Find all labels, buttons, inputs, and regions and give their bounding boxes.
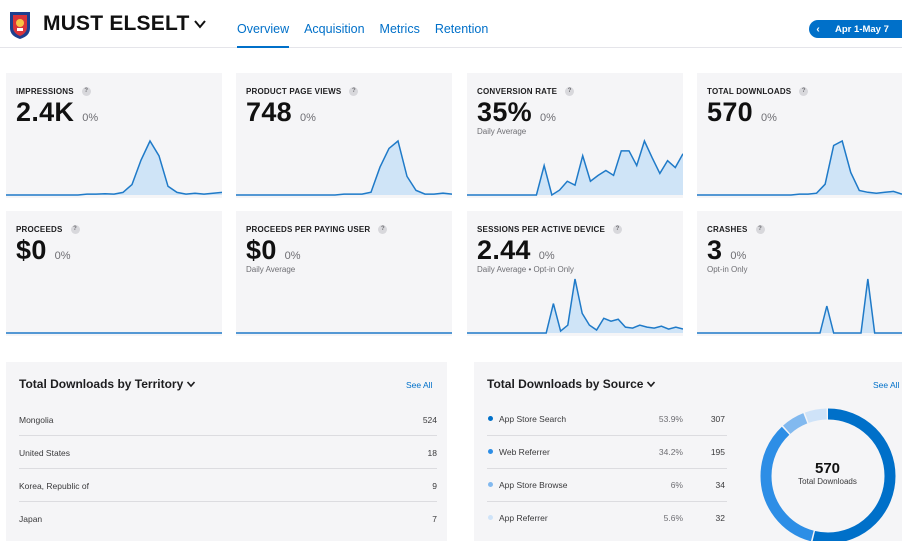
tab-retention[interactable]: Retention xyxy=(435,0,489,48)
territory-panel-title[interactable]: Total Downloads by Territory xyxy=(19,377,196,391)
date-range-label: Apr 1-May 7 xyxy=(835,23,889,35)
territory-name: Mongolia xyxy=(19,415,54,425)
source-count: 195 xyxy=(710,447,725,457)
territory-value: 18 xyxy=(427,448,437,458)
territory-see-all-link[interactable]: See All xyxy=(406,380,432,390)
territory-value: 524 xyxy=(422,415,437,425)
metric-card-conversion-rate[interactable]: CONVERSION RATE? 35% 0% Daily Average xyxy=(467,73,683,198)
source-name: App Store Browse xyxy=(499,480,568,490)
sparkline-chart xyxy=(697,139,902,196)
sparkline-area xyxy=(6,141,222,195)
sparkline-line xyxy=(236,139,452,196)
sparkline-chart xyxy=(236,332,452,334)
sparkline-area xyxy=(467,279,683,333)
sparkline-chart xyxy=(467,278,683,334)
list-item[interactable]: Web Referrer 34.2% 195 xyxy=(487,436,727,469)
territory-name: United States xyxy=(19,448,71,458)
territory-panel: Total Downloads by Territory See All Mon… xyxy=(6,362,447,541)
territory-value: 9 xyxy=(432,481,437,491)
list-item[interactable]: App Store Browse 6% 34 xyxy=(487,469,727,502)
source-name: App Referrer xyxy=(499,513,548,523)
metric-card-impressions[interactable]: IMPRESSIONS? 2.4K 0% xyxy=(6,73,222,198)
app-title-text: MUST ELSELT xyxy=(43,12,190,35)
tab-overview[interactable]: Overview xyxy=(237,0,290,48)
source-percent: 34.2% xyxy=(658,447,683,457)
table-row[interactable]: Mongolia 524 xyxy=(19,403,437,436)
list-item[interactable]: App Store Search 53.9% 307 xyxy=(487,403,727,436)
table-row[interactable]: Japan 7 xyxy=(19,502,437,535)
legend-dot xyxy=(488,449,493,454)
source-panel-title[interactable]: Total Downloads by Source xyxy=(487,377,656,391)
chevron-left-icon[interactable]: ‹ xyxy=(809,24,827,35)
source-see-all-link[interactable]: See All xyxy=(873,380,899,390)
source-title-text: Total Downloads by Source xyxy=(487,377,644,391)
source-count: 34 xyxy=(715,480,725,490)
source-percent: 53.9% xyxy=(658,414,683,424)
chevron-down-icon xyxy=(194,20,207,29)
metric-card-total-downloads[interactable]: TOTAL DOWNLOADS? 570 0% xyxy=(697,73,902,198)
tab-metrics[interactable]: Metrics xyxy=(380,0,420,48)
donut-total-label: Total Downloads xyxy=(798,477,857,486)
tab-bar: Overview Acquisition Metrics Retention xyxy=(237,0,503,48)
donut-total-value: 570 xyxy=(814,460,841,477)
source-count: 307 xyxy=(710,414,725,424)
tab-acquisition[interactable]: Acquisition xyxy=(304,0,364,48)
legend-dot xyxy=(488,416,493,421)
metric-card-crashes[interactable]: CRASHES? 3 0% Opt-in Only xyxy=(697,211,902,336)
source-percent: 5.6% xyxy=(663,513,683,523)
source-name: Web Referrer xyxy=(499,447,550,457)
territory-name: Korea, Republic of xyxy=(19,481,89,491)
source-percent: 6% xyxy=(670,480,683,490)
chevron-down-icon xyxy=(187,381,196,388)
territory-title-text: Total Downloads by Territory xyxy=(19,377,184,391)
territory-value: 7 xyxy=(432,514,437,524)
sparkline-chart xyxy=(467,138,683,197)
date-range-button[interactable]: ‹ Apr 1-May 7 xyxy=(809,20,902,38)
sparkline-chart xyxy=(236,139,452,196)
territory-name: Japan xyxy=(19,514,43,524)
legend-dot xyxy=(488,482,493,487)
source-count: 32 xyxy=(715,513,725,523)
metric-card-product-page-views[interactable]: PRODUCT PAGE VIEWS? 748 0% xyxy=(236,73,452,198)
app-logo-icon xyxy=(8,10,32,40)
app-title[interactable]: MUST ELSELT xyxy=(43,12,207,36)
table-row[interactable]: Korea, Republic of 9 xyxy=(19,469,437,502)
metric-card-proceeds-per-paying-user[interactable]: PROCEEDS PER PAYING USER? $0 0% Daily Ave… xyxy=(236,211,452,336)
sparkline-chart xyxy=(6,139,222,196)
metric-card-proceeds[interactable]: PROCEEDS? $0 0% xyxy=(6,211,222,336)
metric-card-sessions-per-active-device[interactable]: SESSIONS PER ACTIVE DEVICE? 2.44 0% Daily… xyxy=(467,211,683,336)
sparkline-line xyxy=(6,139,222,196)
sparkline-area xyxy=(467,141,683,195)
sparkline-line xyxy=(697,139,902,196)
top-header: MUST ELSELT Overview Acquisition Metrics… xyxy=(0,0,902,48)
chevron-down-icon xyxy=(647,381,656,388)
list-item[interactable]: App Referrer 5.6% 32 xyxy=(487,502,727,535)
sparkline-area xyxy=(697,141,902,195)
sparkline-chart xyxy=(697,278,902,334)
table-row[interactable]: United States 18 xyxy=(19,436,437,469)
sparkline-chart xyxy=(6,332,222,334)
source-name: App Store Search xyxy=(499,414,567,424)
legend-dot xyxy=(488,515,493,520)
sparkline-area xyxy=(236,141,452,195)
